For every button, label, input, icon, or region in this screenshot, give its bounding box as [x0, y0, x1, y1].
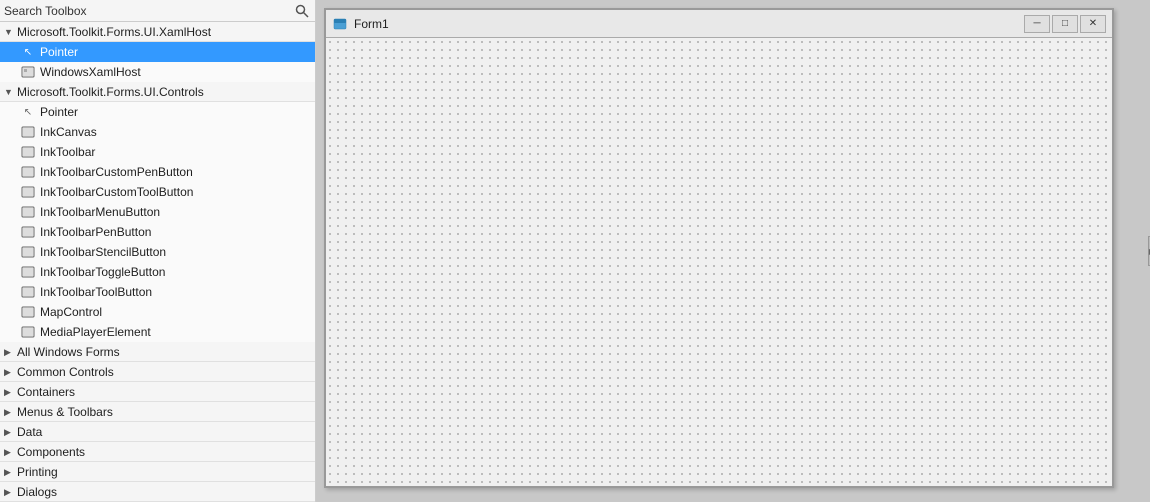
inktoolbar-label: InkToolbar — [40, 145, 95, 159]
group-xamlhost[interactable]: ▼ Microsoft.Toolkit.Forms.UI.XamlHost — [0, 22, 315, 42]
chevron-controls: ▼ — [4, 87, 14, 97]
group-dialogs-label: Dialogs — [17, 485, 57, 499]
toolbox-item-inktoolbarstencilbutton[interactable]: InkToolbarStencilButton — [0, 242, 315, 262]
toolbox-item-inktoolbarpenbutton[interactable]: InkToolbarPenButton — [0, 222, 315, 242]
toolbox-item-inktoolbar[interactable]: InkToolbar — [0, 142, 315, 162]
group-commoncontrols[interactable]: ▶ Common Controls — [0, 362, 315, 382]
windowsxamlhost-icon — [20, 64, 36, 80]
group-menutoolbars-label: Menus & Toolbars — [17, 405, 113, 419]
inktoolbarcustompenbutton-label: InkToolbarCustomPenButton — [40, 165, 193, 179]
inktoolbarstencilbutton-label: InkToolbarStencilButton — [40, 245, 166, 259]
form-maximize-button[interactable]: □ — [1052, 15, 1078, 33]
inktoolbarcustompenbutton-icon — [20, 164, 36, 180]
mapcontrol-icon — [20, 304, 36, 320]
chevron-commoncontrols: ▶ — [4, 367, 14, 377]
toolbox-item-inktoolbarcustompenbutton[interactable]: InkToolbarCustomPenButton — [0, 162, 315, 182]
toolbox-item-pointer1[interactable]: ↖ Pointer — [0, 42, 315, 62]
toolbox-item-inktoolbartoolbutton[interactable]: InkToolbarToolButton — [0, 282, 315, 302]
designer-panel: Form1 ─ □ ✕ — [316, 0, 1150, 502]
inktoolbartogglebutton-icon — [20, 264, 36, 280]
toolbox-item-inktoolbarmenubutton[interactable]: InkToolbarMenuButton — [0, 202, 315, 222]
group-printing[interactable]: ▶ Printing — [0, 462, 315, 482]
inktoolbartoolbutton-label: InkToolbarToolButton — [40, 285, 152, 299]
mediaplayerelement-icon — [20, 324, 36, 340]
group-menutoolbars[interactable]: ▶ Menus & Toolbars — [0, 402, 315, 422]
toolbox-item-inktoolbartogglebutton[interactable]: InkToolbarToggleButton — [0, 262, 315, 282]
pointer2-label: Pointer — [40, 105, 78, 119]
form-title: Form1 — [354, 17, 1024, 31]
form-minimize-button[interactable]: ─ — [1024, 15, 1050, 33]
inktoolbarcustomtoolbutton-label: InkToolbarCustomToolButton — [40, 185, 193, 199]
group-controls-label: Microsoft.Toolkit.Forms.UI.Controls — [17, 85, 204, 99]
inktoolbarmenubutton-icon — [20, 204, 36, 220]
chevron-allwindowsforms: ▶ — [4, 347, 14, 357]
inktoolbar-icon — [20, 144, 36, 160]
form-close-button[interactable]: ✕ — [1080, 15, 1106, 33]
chevron-xamlhost: ▼ — [4, 27, 14, 37]
chevron-containers: ▶ — [4, 387, 14, 397]
group-data[interactable]: ▶ Data — [0, 422, 315, 442]
inkcanvas-icon — [20, 124, 36, 140]
search-bar: Search Toolbox — [0, 0, 315, 22]
group-components-label: Components — [17, 445, 85, 459]
pointer2-icon: ↖ — [20, 104, 36, 120]
toolbox-panel: Search Toolbox ▼ Microsoft.Toolkit.Forms… — [0, 0, 316, 502]
toolbox-item-inktoolbarcustomtoolbutton[interactable]: InkToolbarCustomToolButton — [0, 182, 315, 202]
group-containers[interactable]: ▶ Containers — [0, 382, 315, 402]
xamlhost-items: ↖ Pointer WindowsXamlHost — [0, 42, 315, 82]
toolbox-item-mapcontrol[interactable]: MapControl — [0, 302, 315, 322]
toolbox-item-mediaplayerelement[interactable]: MediaPlayerElement — [0, 322, 315, 342]
group-xamlhost-label: Microsoft.Toolkit.Forms.UI.XamlHost — [17, 25, 211, 39]
windowsxamlhost-label: WindowsXamlHost — [40, 65, 141, 79]
toolbox-item-inkcanvas[interactable]: InkCanvas — [0, 122, 315, 142]
group-controls[interactable]: ▼ Microsoft.Toolkit.Forms.UI.Controls — [0, 82, 315, 102]
mapcontrol-label: MapControl — [40, 305, 102, 319]
search-toolbox-label: Search Toolbox — [4, 4, 293, 18]
form-icon — [332, 16, 348, 32]
toolbox-content: ▼ Microsoft.Toolkit.Forms.UI.XamlHost ↖ … — [0, 22, 315, 502]
pointer1-icon: ↖ — [20, 44, 36, 60]
inktoolbartogglebutton-label: InkToolbarToggleButton — [40, 265, 165, 279]
group-allwindowsforms-label: All Windows Forms — [17, 345, 120, 359]
pointer1-label: Pointer — [40, 45, 78, 59]
inktoolbarmenubutton-label: InkToolbarMenuButton — [40, 205, 160, 219]
chevron-printing: ▶ — [4, 467, 14, 477]
group-commoncontrols-label: Common Controls — [17, 365, 114, 379]
group-dialogs[interactable]: ▶ Dialogs — [0, 482, 315, 502]
group-containers-label: Containers — [17, 385, 75, 399]
toolbox-item-pointer2[interactable]: ↖ Pointer — [0, 102, 315, 122]
inkcanvas-label: InkCanvas — [40, 125, 97, 139]
inktoolbarpenbutton-label: InkToolbarPenButton — [40, 225, 151, 239]
inktoolbarcustomtoolbutton-icon — [20, 184, 36, 200]
inktoolbarstencilbutton-icon — [20, 244, 36, 260]
group-components[interactable]: ▶ Components — [0, 442, 315, 462]
chevron-menutoolbars: ▶ — [4, 407, 14, 417]
chevron-components: ▶ — [4, 447, 14, 457]
group-data-label: Data — [17, 425, 42, 439]
search-icon-button[interactable] — [293, 2, 311, 20]
form-titlebar: Form1 ─ □ ✕ — [326, 10, 1112, 38]
toolbox-item-windowsxamlhost[interactable]: WindowsXamlHost — [0, 62, 315, 82]
chevron-data: ▶ — [4, 427, 14, 437]
form-window: Form1 ─ □ ✕ — [324, 8, 1114, 488]
group-printing-label: Printing — [17, 465, 58, 479]
form-body[interactable] — [326, 38, 1112, 486]
mediaplayerelement-label: MediaPlayerElement — [40, 325, 151, 339]
group-allwindowsforms[interactable]: ▶ All Windows Forms — [0, 342, 315, 362]
form-window-controls: ─ □ ✕ — [1024, 15, 1106, 33]
chevron-dialogs: ▶ — [4, 487, 14, 497]
inktoolbartoolbutton-icon — [20, 284, 36, 300]
inktoolbarpenbutton-icon — [20, 224, 36, 240]
controls-items: ↖ Pointer InkCanvas InkToolbar InkToolb — [0, 102, 315, 342]
